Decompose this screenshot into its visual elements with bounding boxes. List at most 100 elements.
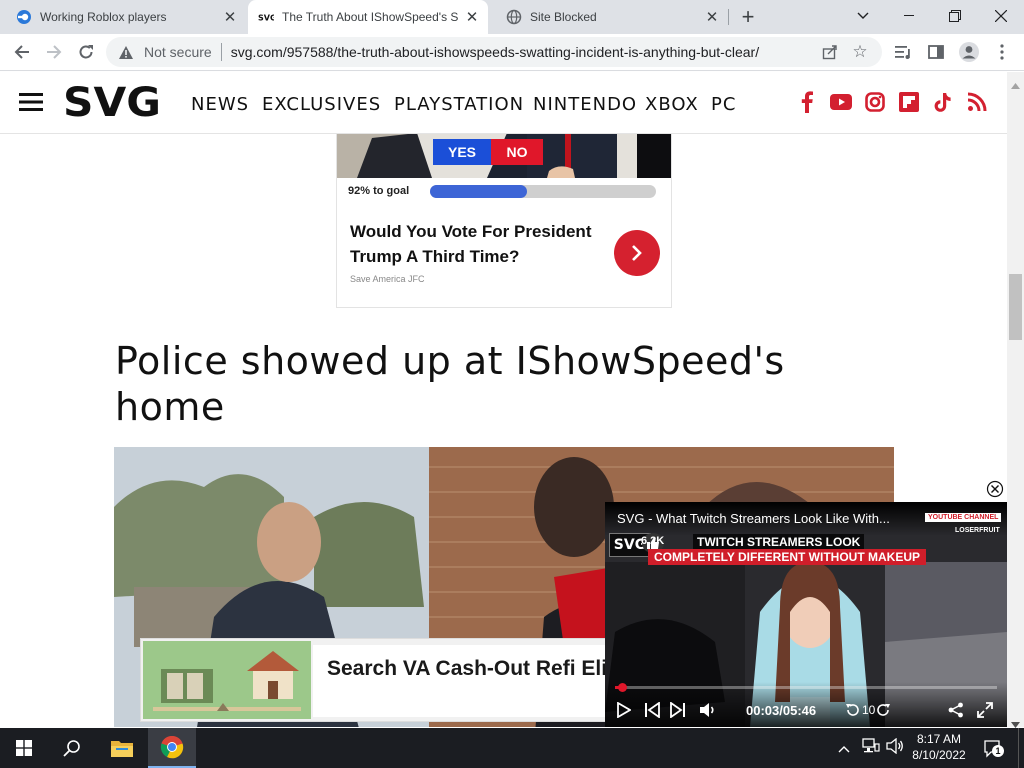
close-window-button[interactable] (978, 0, 1024, 32)
volume-tray-icon[interactable] (886, 737, 904, 759)
ad-sponsor: Save America JFC (350, 274, 425, 284)
reload-button[interactable] (72, 38, 100, 66)
chrome-taskbar-icon[interactable] (148, 728, 196, 768)
poll-progress-text: 92% to goal (348, 185, 410, 197)
windows-taskbar: 8:17 AM 8/10/2022 1 (0, 728, 1024, 768)
poll-question[interactable]: Would You Vote For President Trump A Thi… (350, 219, 602, 269)
scroll-down-arrow-icon[interactable] (1011, 715, 1020, 728)
menu-kebab-icon[interactable] (988, 38, 1016, 66)
minimize-button[interactable] (886, 0, 932, 32)
no-button[interactable]: NO (491, 139, 543, 165)
tab-site-blocked[interactable]: Site Blocked ✕ (490, 0, 728, 34)
reading-list-icon[interactable] (890, 38, 918, 66)
poll-progress-bar (430, 185, 656, 198)
chevron-right-icon (632, 245, 642, 261)
svg-text:SVG: SVG (63, 82, 161, 122)
side-panel-icon[interactable] (922, 38, 950, 66)
back-button[interactable] (8, 38, 36, 66)
ad-photo: YES NO (337, 134, 671, 178)
site-logo[interactable]: SVG (63, 80, 163, 126)
file-explorer-icon[interactable] (98, 728, 146, 768)
nav-news[interactable]: NEWS (191, 94, 249, 115)
ad-text-box: Search VA Cash-Out Refi Eligibility - Ge… (313, 645, 987, 717)
tray-clock[interactable]: 8:17 AM 8/10/2022 (906, 731, 972, 763)
rss-icon[interactable] (966, 91, 988, 113)
tab-svg-article[interactable]: SVG The Truth About IShowSpeed's S ✕ (248, 0, 488, 34)
globe-tab-icon (506, 9, 522, 25)
close-tab-icon[interactable]: ✕ (222, 9, 238, 26)
video-title[interactable]: SVG - What Twitch Streamers Look Like Wi… (617, 511, 917, 526)
share-icon[interactable] (948, 702, 964, 723)
tab-title: The Truth About IShowSpeed's S (282, 10, 459, 24)
address-bar[interactable]: Not secure svg.com/957588/the-truth-abou… (106, 37, 882, 67)
poll-progress-fill (430, 185, 528, 198)
previous-icon[interactable] (644, 701, 660, 723)
svg-tab-icon: SVG (258, 9, 274, 25)
hamburger-menu-icon[interactable] (19, 92, 44, 112)
windows-start-icon[interactable] (0, 728, 48, 768)
new-tab-button[interactable]: + (734, 3, 762, 31)
play-icon[interactable] (617, 701, 632, 723)
nav-xbox[interactable]: XBOX (645, 94, 699, 115)
close-tab-icon[interactable]: ✕ (704, 9, 720, 26)
tab-search-icon[interactable] (840, 0, 886, 32)
svg-text:SVG: SVG (258, 14, 274, 22)
yes-button[interactable]: YES (433, 139, 491, 165)
page-scrollbar[interactable] (1007, 72, 1024, 728)
facebook-icon[interactable] (796, 91, 818, 113)
skip-seconds: 10 (862, 703, 876, 717)
fullscreen-icon[interactable] (977, 702, 993, 723)
forward-button[interactable] (40, 38, 68, 66)
tab-separator (728, 9, 729, 25)
notification-icon[interactable]: 1 (982, 737, 1004, 759)
address-divider (220, 43, 222, 61)
show-desktop-button[interactable] (1018, 728, 1024, 768)
close-tab-icon[interactable]: ✕ (464, 9, 480, 26)
network-icon[interactable] (862, 738, 880, 759)
nav-nintendo[interactable]: NINTENDO (533, 94, 637, 115)
warning-icon[interactable] (118, 44, 134, 60)
tray-chevron-up-icon[interactable] (838, 740, 850, 758)
page-content: YES NO 92% to goal Would You Vote For Pr… (0, 134, 1007, 727)
flipboard-icon[interactable] (898, 91, 920, 113)
nav-playstation[interactable]: PLAYSTATION (394, 94, 524, 115)
tray-time: 8:17 AM (916, 732, 962, 746)
poll-ad-card[interactable]: YES NO 92% to goal Would You Vote For Pr… (336, 134, 672, 308)
article-heading: Police showed up at IShowSpeed's home (115, 339, 785, 429)
browser-toolbar: Not secure svg.com/957588/the-truth-abou… (0, 34, 1024, 71)
youtube-icon[interactable] (830, 91, 852, 113)
video-player[interactable]: SVG - What Twitch Streamers Look Like Wi… (605, 502, 1007, 727)
tab-strip: Working Roblox players ✕ SVG The Truth A… (0, 0, 1024, 34)
channel-tag: YOUTUBE CHANNEL (925, 513, 1002, 522)
tiktok-icon[interactable] (932, 91, 954, 113)
share-icon[interactable] (820, 42, 840, 62)
close-video-icon[interactable] (986, 480, 1004, 498)
instagram-icon[interactable] (864, 91, 886, 113)
nav-exclusives[interactable]: EXCLUSIVES (262, 94, 381, 115)
bookmark-star-icon[interactable]: ☆ (850, 42, 870, 62)
channel-name: LOSERFRUIT (955, 527, 1000, 534)
volume-icon[interactable] (699, 702, 717, 723)
like-count: 6.2K (641, 535, 665, 547)
bottom-ad-banner[interactable]: Search VA Cash-Out Refi Eligibility - Ge… (140, 638, 987, 722)
security-label[interactable]: Not secure (144, 44, 212, 60)
nav-pc[interactable]: PC (711, 94, 736, 115)
search-icon[interactable] (48, 728, 96, 768)
site-header: SVG NEWS EXCLUSIVES PLAYSTATION NINTENDO… (0, 72, 1007, 134)
tab-roblox[interactable]: Working Roblox players ✕ (0, 0, 246, 34)
notification-badge: 1 (992, 745, 1004, 757)
poll-next-button[interactable] (614, 230, 660, 276)
profile-avatar[interactable] (955, 38, 983, 66)
restore-button[interactable] (932, 0, 978, 32)
url-text[interactable]: svg.com/957588/the-truth-about-ishowspee… (231, 44, 820, 60)
rewind-icon[interactable] (845, 703, 859, 722)
video-seek-handle[interactable] (618, 683, 627, 692)
forward-icon[interactable] (877, 703, 891, 722)
video-seek-bar[interactable] (615, 686, 997, 689)
next-icon[interactable] (670, 701, 686, 723)
bottom-ad-text[interactable]: Search VA Cash-Out Refi Eligibility - Ge… (313, 645, 987, 683)
scroll-up-arrow-icon[interactable] (1011, 76, 1020, 89)
scroll-thumb[interactable] (1009, 274, 1022, 340)
ad-house-image (143, 641, 311, 719)
tab-title: Working Roblox players (40, 10, 167, 24)
